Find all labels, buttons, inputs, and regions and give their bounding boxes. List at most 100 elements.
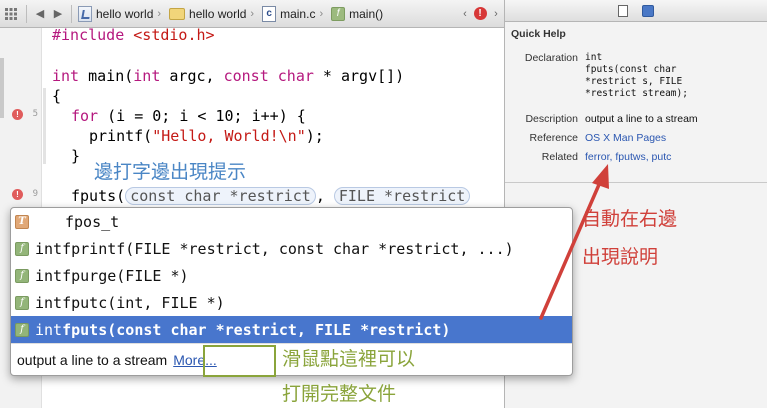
code-text: main( xyxy=(79,67,134,85)
annotation-click-here: 滑鼠點這裡可以 xyxy=(282,348,416,370)
code-text: * argv[]) xyxy=(313,67,405,85)
chevron-right-icon: › xyxy=(250,7,255,20)
project-icon xyxy=(78,5,92,22)
back-icon[interactable]: ◀ xyxy=(31,0,49,28)
placeholder-token[interactable]: const char *restrict xyxy=(125,187,316,205)
declaration-line: fputs(const char xyxy=(585,64,677,75)
c-file-icon: c xyxy=(262,5,277,22)
related-label: Related xyxy=(541,151,578,163)
description-label: Description xyxy=(525,113,578,125)
inspector-selector-bar xyxy=(504,0,767,22)
chevron-right-icon: › xyxy=(157,7,162,20)
chevron-right-icon: › xyxy=(319,7,324,20)
more-link-highlight xyxy=(203,345,276,377)
declaration-label: Declaration xyxy=(524,52,578,64)
keyword: for xyxy=(71,107,99,125)
function-icon: f xyxy=(15,322,29,337)
related-links[interactable]: ferror, fputws, putc xyxy=(585,151,767,163)
breadcrumb-label: hello world xyxy=(96,6,154,21)
reference-row: Reference OS X Man Pages xyxy=(505,132,767,144)
keyword: int xyxy=(133,67,161,85)
annotation-show-description: 出現說明 xyxy=(582,246,659,268)
function-icon: f xyxy=(331,6,346,21)
annotation-auto-right: 自動在右邊 xyxy=(582,208,678,230)
code-fold-ribbon[interactable] xyxy=(43,88,46,164)
string-literal: <stdio.h> xyxy=(133,26,215,44)
function-icon: f xyxy=(15,241,29,256)
keyword: int xyxy=(52,67,80,85)
jumpbar-divider xyxy=(71,4,72,23)
code-text: printf( xyxy=(89,127,153,145)
description-value: output a line to a stream xyxy=(585,113,698,125)
breadcrumb-file[interactable]: c main.c › xyxy=(260,0,329,28)
completion-return-type: int xyxy=(35,239,63,258)
reference-label: Reference xyxy=(529,132,578,144)
code-line[interactable]: for (i = 0; i < 10; i++) { xyxy=(71,107,306,125)
keyword: #include xyxy=(52,26,125,44)
completion-signature: fputc(int, FILE *) xyxy=(62,293,225,312)
completion-description: output a line to a stream xyxy=(17,351,168,368)
declaration-line: int xyxy=(585,52,603,63)
breadcrumb-group[interactable]: hello world › xyxy=(167,0,260,28)
code-line[interactable]: printf("Hello, World!\n"); xyxy=(89,127,324,145)
chevron-right-icon[interactable]: › xyxy=(488,0,504,28)
declaration-value: int fputs(const char *restrict s, FILE *res… xyxy=(585,52,767,100)
code-text: { xyxy=(52,87,62,105)
annotation-typing-hint: 邊打字邊出現提示 xyxy=(94,161,247,183)
code-line-fputs[interactable]: fputs(const char *restrict, FILE *restri… xyxy=(71,187,471,205)
error-icon: ! xyxy=(473,7,487,20)
completion-return-type: int xyxy=(35,293,63,312)
jump-bar: ◀ ▶ hello world › hello world › c main.c… xyxy=(0,0,504,28)
code-line[interactable]: } xyxy=(71,147,80,165)
description-row: Description output a line to a stream xyxy=(505,113,767,125)
code-text: } xyxy=(71,147,81,165)
quick-help-divider xyxy=(505,182,767,183)
reference-link[interactable]: OS X Man Pages xyxy=(585,132,767,144)
forward-icon[interactable]: ▶ xyxy=(49,0,67,28)
error-indicator[interactable]: ! xyxy=(472,0,488,28)
quick-help-title: Quick Help xyxy=(511,28,566,40)
gutter-marker xyxy=(0,58,4,118)
string-literal: "Hello, World!\n" xyxy=(152,127,306,145)
completion-signature: fputs(const char *restrict, FILE *restri… xyxy=(62,320,451,339)
document-icon[interactable] xyxy=(618,4,628,17)
breadcrumb-label: main() xyxy=(349,6,384,21)
line-number: 9 xyxy=(32,189,38,199)
completion-item[interactable]: f int fprintf(FILE *restrict, const char … xyxy=(11,235,572,262)
type-icon: T xyxy=(15,214,29,229)
function-icon: f xyxy=(15,268,29,283)
declaration-row: Declaration int fputs(const char *restrict… xyxy=(505,52,767,100)
grid-icon[interactable] xyxy=(0,0,22,28)
completion-return-type: int xyxy=(35,266,63,285)
completion-item-selected[interactable]: f int fputs(const char *restrict, FILE *r… xyxy=(11,316,572,343)
code-text: fputs( xyxy=(71,187,126,205)
breadcrumb-label: hello world xyxy=(189,6,247,21)
keyword: const xyxy=(223,67,269,85)
code-text: , xyxy=(315,187,334,205)
breadcrumb-function[interactable]: f main() xyxy=(329,0,385,28)
code-line[interactable]: #include <stdio.h> xyxy=(52,26,215,44)
breadcrumb-label: main.c xyxy=(280,6,316,21)
breadcrumb-project[interactable]: hello world › xyxy=(76,0,167,28)
completion-signature: fpos_t xyxy=(65,212,120,231)
code-line[interactable]: int main(int argc, const char * argv[]) xyxy=(52,67,404,85)
code-text: (i = 0; i < 10; i++) { xyxy=(98,107,306,125)
completion-signature: fprintf(FILE *restrict, const char *rest… xyxy=(62,239,514,258)
chevron-left-icon[interactable]: ‹ xyxy=(458,0,472,28)
annotation-open-docs: 打開完整文件 xyxy=(282,383,397,405)
folder-icon xyxy=(169,7,186,20)
keyword: char xyxy=(277,67,314,85)
code-text: ); xyxy=(305,127,324,145)
help-icon[interactable] xyxy=(642,4,654,17)
completion-item[interactable]: Tfpos_t xyxy=(11,208,572,235)
completion-return-type: int xyxy=(35,320,63,339)
related-row: Related ferror, fputws, putc xyxy=(505,151,767,163)
completion-item[interactable]: f int fpurge(FILE *) xyxy=(11,262,572,289)
code-text: argc, xyxy=(160,67,224,85)
code-line[interactable]: { xyxy=(52,87,61,105)
completion-item[interactable]: f int fputc(int, FILE *) xyxy=(11,289,572,316)
declaration-line: *restrict stream); xyxy=(585,88,688,99)
placeholder-token[interactable]: FILE *restrict xyxy=(333,187,471,205)
completion-signature: fpurge(FILE *) xyxy=(62,266,189,285)
